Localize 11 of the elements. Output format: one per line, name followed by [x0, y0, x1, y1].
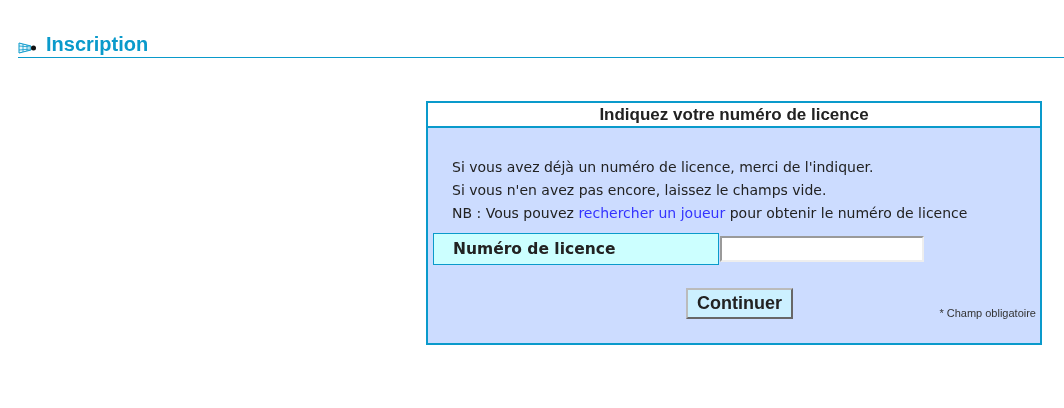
form-title: Indiquez votre numéro de licence [428, 103, 1040, 128]
section-title: Inscription [46, 32, 149, 56]
instruction-text: Si vous n'en avez pas encore, laissez le champs vide. [452, 181, 827, 200]
shuttlecock-icon [18, 41, 38, 55]
instruction-text: Si vous avez déjà un numéro de licence, merci de l'indiquer. [452, 158, 874, 177]
field-label: Numéro de licence [433, 233, 719, 265]
licence-input[interactable] [720, 236, 924, 262]
instruction-text: NB : Vous pouvez rechercher un joueur pour obtenir le numéro de licence [452, 204, 968, 223]
required-note: * Champ obligatoire [939, 307, 1036, 319]
search-player-link[interactable]: rechercher un joueur [578, 205, 726, 221]
continue-button[interactable]: Continuer [686, 288, 793, 319]
